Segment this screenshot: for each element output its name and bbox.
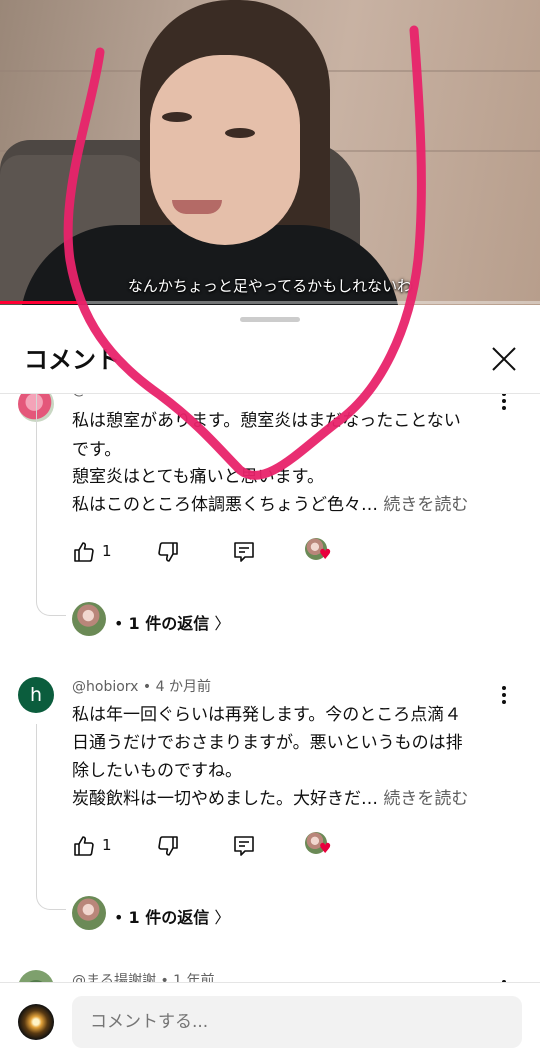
comment-text-line: 日通うだけでおさまりますが。悪いというものは排 xyxy=(72,733,463,753)
more-options-icon[interactable] xyxy=(500,394,508,412)
my-avatar[interactable] xyxy=(18,1004,54,1040)
close-icon[interactable] xyxy=(488,343,520,375)
thumbs-down-icon[interactable] xyxy=(156,540,180,564)
thumbs-up-icon[interactable] xyxy=(72,834,96,858)
thumbs-down-icon[interactable] xyxy=(156,834,180,858)
video-subtitle: なんかちょっと足やってるかもしれないわ xyxy=(127,277,413,295)
creator-heart-badge: ♥ xyxy=(305,538,332,564)
comment-input[interactable] xyxy=(72,996,522,1048)
comment-text-line: 私はこのところ体調悪くちょうど色々… 続きを読む xyxy=(72,490,468,515)
like-count: 1 xyxy=(102,542,112,560)
read-more-link[interactable]: 続きを読む xyxy=(383,789,468,809)
reply-icon[interactable] xyxy=(232,540,256,564)
replies-label[interactable]: 1 件の返信 xyxy=(129,908,210,927)
reply-thread-line xyxy=(36,394,66,616)
thumbs-up-icon[interactable] xyxy=(72,540,96,564)
view-replies-link[interactable]: • 1 件の返信 〉 xyxy=(114,904,230,928)
person-mouth xyxy=(172,200,222,214)
comment-text-line: 憩室炎はとても痛いと思います。 xyxy=(72,467,324,487)
reply-avatar[interactable] xyxy=(72,896,106,930)
reply-avatar[interactable] xyxy=(72,602,106,636)
person-face xyxy=(150,55,300,245)
reply-thread-line xyxy=(36,724,66,910)
heart-icon: ♥ xyxy=(319,841,332,857)
heart-icon: ♥ xyxy=(319,547,332,563)
comment-composer xyxy=(0,982,540,1057)
read-more-link[interactable]: 続きを読む xyxy=(383,495,468,515)
comment-text-line: 私は年一回ぐらいは再発します。今のところ点滴４ xyxy=(72,705,462,725)
sheet-title: コメント xyxy=(24,346,120,374)
view-replies-link[interactable]: • 1 件の返信 〉 xyxy=(114,610,230,634)
comment-text-truncated: 炭酸飲料は一切やめました。大好きだ… xyxy=(72,789,378,809)
comment-text-line: 私は憩室があります。憩室炎はまだなったことない xyxy=(72,411,461,431)
like-count: 1 xyxy=(102,836,112,854)
comment-author-meta[interactable]: @hobiorx • 4 か月前 xyxy=(72,676,211,696)
more-options-icon[interactable] xyxy=(500,686,508,706)
reply-icon[interactable] xyxy=(232,834,256,858)
person-eye xyxy=(162,112,192,122)
creator-heart-badge: ♥ xyxy=(305,832,332,858)
progress-fill xyxy=(0,301,87,304)
comment-text-line: です。 xyxy=(72,440,122,460)
comment-avatar[interactable]: h xyxy=(18,677,54,713)
replies-label[interactable]: 1 件の返信 xyxy=(129,614,210,633)
person-eye xyxy=(225,128,255,138)
comment-author-meta[interactable]: @… • … xyxy=(72,394,131,398)
comment-text-truncated: 私はこのところ体調悪くちょうど色々… xyxy=(72,495,378,515)
comment-text-line: 炭酸飲料は一切やめました。大好きだ… 続きを読む xyxy=(72,784,468,809)
comment-text-line: 除したいものですね。 xyxy=(72,761,242,781)
comments-sheet: コメント @… • … 私は憩室があります。憩室炎はまだなったことない です。 … xyxy=(0,305,540,1057)
comment-list[interactable]: @… • … 私は憩室があります。憩室炎はまだなったことない です。 憩室炎はと… xyxy=(0,394,540,994)
video-player[interactable]: なんかちょっと足やってるかもしれないわ xyxy=(0,0,540,305)
drag-handle[interactable] xyxy=(240,317,300,322)
